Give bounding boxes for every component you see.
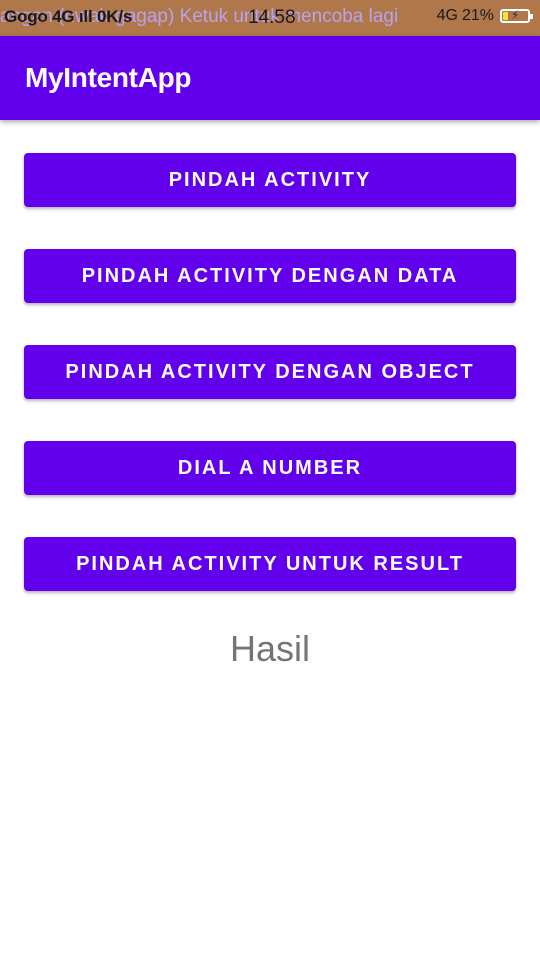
app-title: MyIntentApp [25,62,192,93]
result-text: Hasil [229,628,310,669]
battery-icon: ⚡ [500,8,533,23]
app-bar: MyIntentApp [0,36,540,120]
move-activity-button[interactable]: PINDAH ACTIVITY [24,153,516,207]
network-type: 4G [436,7,458,24]
status-clock: 14.58 [248,7,296,28]
move-activity-with-data-button[interactable]: PINDAH ACTIVITY DENGAN DATA [24,249,516,303]
dial-number-button[interactable]: DIAL A NUMBER [24,441,516,495]
carrier-info: Gogo 4G ıll 0K/s [4,7,133,26]
charging-bolt-icon: ⚡ [511,8,520,22]
move-activity-with-object-button[interactable]: PINDAH ACTIVITY DENGAN OBJECT [24,345,516,399]
status-icons: 4G 21% ⚡ [436,7,533,25]
battery-percent: 21% [461,7,494,24]
move-activity-for-result-button[interactable]: PINDAH ACTIVITY UNTUK RESULT [24,537,516,591]
battery-fill [503,12,509,20]
status-bar: angan (nwak-gagap) Ketuk untuk mencoba l… [0,0,540,36]
